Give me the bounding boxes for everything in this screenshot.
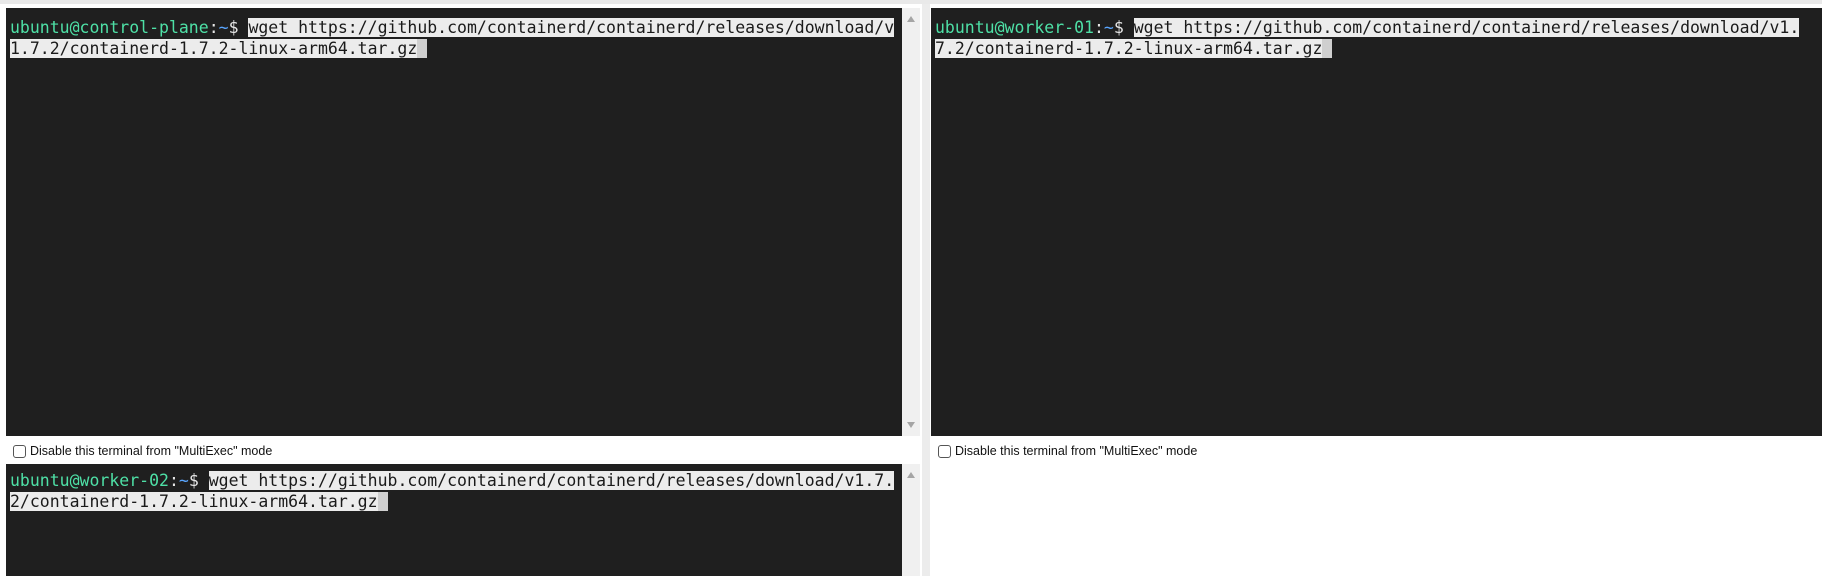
cursor: _ (417, 39, 428, 58)
scroll-up-arrow-icon[interactable] (907, 16, 915, 22)
scroll-up-arrow-icon[interactable] (907, 472, 915, 478)
prompt-symbol: $ (228, 18, 249, 37)
terminal-line: ubuntu@worker-02:~$ wget https://github.… (10, 470, 898, 512)
multiexec-disable-label: Disable this terminal from "MultiExec" m… (955, 444, 1198, 458)
terminal-line: ubuntu@control-plane:~$ wget https://git… (10, 17, 898, 59)
scrollbar-control-plane[interactable] (902, 8, 920, 436)
terminal-pane-worker-01: ubuntu@worker-01:~$ wget https://github.… (930, 4, 1822, 460)
prompt-separator: : (168, 471, 179, 490)
cursor: _ (377, 492, 388, 511)
terminal-worker-02[interactable]: ubuntu@worker-02:~$ wget https://github.… (6, 464, 902, 576)
cursor: _ (1322, 39, 1333, 58)
terminal-line: ubuntu@worker-01:~$ wget https://github.… (935, 17, 1818, 59)
multiexec-disable-option[interactable]: Disable this terminal from "MultiExec" m… (938, 442, 1197, 460)
terminal-pane-control-plane: ubuntu@control-plane:~$ wget https://git… (0, 4, 922, 460)
prompt-path: ~ (178, 471, 189, 490)
prompt-user-host: ubuntu@worker-02 (10, 471, 169, 490)
prompt-path: ~ (218, 18, 229, 37)
prompt-symbol: $ (188, 471, 209, 490)
pane-divider (922, 4, 930, 576)
scrollbar-worker-02[interactable] (902, 464, 920, 576)
terminal-control-plane[interactable]: ubuntu@control-plane:~$ wget https://git… (6, 8, 902, 436)
multiexec-disable-checkbox[interactable] (13, 444, 26, 458)
prompt-user-host: ubuntu@worker-01 (935, 18, 1094, 37)
multiexec-disable-label: Disable this terminal from "MultiExec" m… (30, 444, 273, 458)
prompt-symbol: $ (1113, 18, 1134, 37)
prompt-separator: : (1093, 18, 1104, 37)
prompt-separator: : (208, 18, 219, 37)
multiexec-disable-option[interactable]: Disable this terminal from "MultiExec" m… (13, 442, 272, 460)
prompt-path: ~ (1103, 18, 1114, 37)
prompt-user-host: ubuntu@control-plane (10, 18, 209, 37)
multiexec-disable-checkbox[interactable] (938, 444, 951, 458)
terminal-pane-worker-02: ubuntu@worker-02:~$ wget https://github.… (0, 464, 922, 576)
terminal-worker-01[interactable]: ubuntu@worker-01:~$ wget https://github.… (931, 8, 1822, 436)
scroll-down-arrow-icon[interactable] (907, 422, 915, 428)
